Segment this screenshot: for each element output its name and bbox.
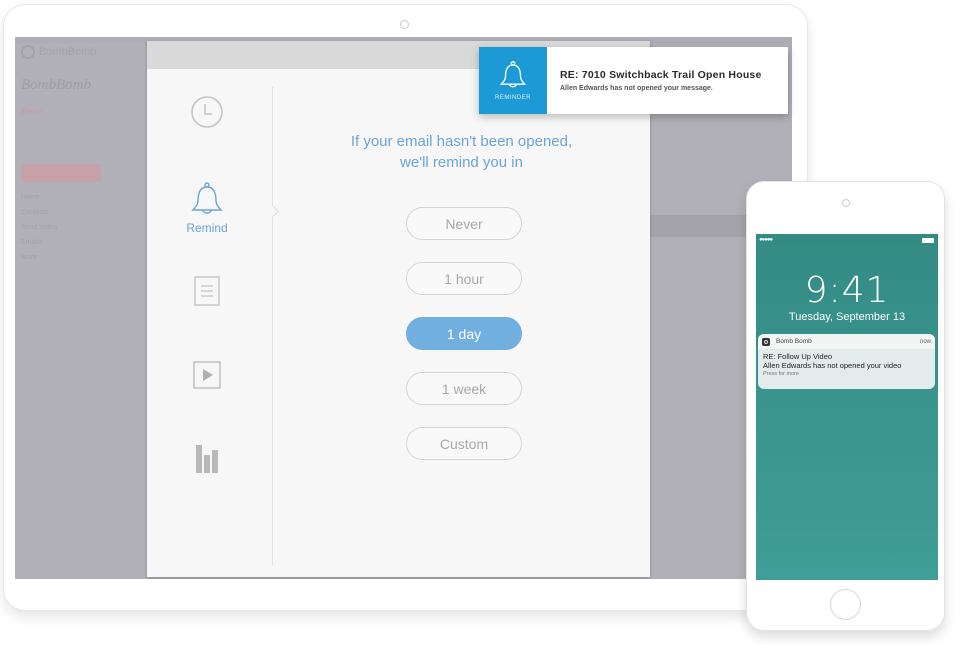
- logo-icon: [21, 45, 35, 59]
- notification-hint: Press for more: [763, 371, 800, 377]
- reminder-badge: REMINDER: [479, 47, 547, 114]
- option-never[interactable]: Never: [406, 207, 522, 240]
- battery-icon: [922, 238, 934, 243]
- option-custom[interactable]: Custom: [406, 427, 522, 460]
- phone-camera: [842, 199, 850, 207]
- option-1-week[interactable]: 1 week: [406, 372, 522, 405]
- background-nav-item: Contacts: [21, 209, 49, 216]
- play-icon: [193, 361, 221, 389]
- sidebar-item-notes[interactable]: [147, 275, 267, 307]
- notification-body: RE: Follow Up Video Allen Edwards has no…: [758, 349, 935, 380]
- sidebar-item-remind[interactable]: Remind: [147, 181, 267, 235]
- option-1-hour[interactable]: 1 hour: [406, 262, 522, 295]
- modal-sidebar: Remind: [147, 69, 272, 577]
- background-logo: BombBomb: [21, 43, 121, 61]
- notification-title: RE: Follow Up Video: [763, 352, 833, 361]
- app-icon: [762, 337, 770, 346]
- bell-icon: [191, 182, 223, 214]
- signal-icon: ●●●●●: [759, 237, 773, 243]
- sidebar-item-analytics[interactable]: [147, 443, 267, 473]
- sidebar-item-schedule[interactable]: [147, 95, 267, 129]
- notification-app-name: Bomb Bomb: [776, 338, 812, 345]
- bar-chart-icon: [196, 445, 218, 473]
- option-1-day[interactable]: 1 day: [406, 317, 522, 350]
- background-nav: Home Contacts Send Video Emails More: [21, 194, 57, 269]
- background-subtitle: Menu: [21, 107, 42, 116]
- toast-body: RE: 7010 Switchback Trail Open House All…: [547, 47, 762, 114]
- background-nav-item: Home: [21, 194, 40, 201]
- toast-title: RE: 7010 Switchback Trail Open House: [560, 69, 762, 81]
- lock-screen-date: Tuesday, September 13: [788, 311, 906, 323]
- prompt-line-1: If your email hasn't been opened,: [350, 133, 573, 150]
- sidebar-item-video[interactable]: [147, 360, 267, 390]
- sidebar-item-label: Remind: [186, 221, 228, 235]
- lock-screen-time: 9:41: [804, 270, 890, 311]
- phone-lock-screen: ●●●●● 9:41 Tuesday, September 13 Bomb Bo…: [756, 234, 938, 580]
- document-icon: [194, 276, 220, 306]
- badge-label: REMINDER: [494, 95, 531, 101]
- tablet-screen: BombBomb BombBomb Menu Home Contacts Sen…: [15, 37, 792, 579]
- notification-message: Allen Edwards has not opened your video: [763, 361, 902, 370]
- background-nav-item: Emails: [21, 239, 43, 246]
- clock-icon: [191, 96, 223, 128]
- modal-content: If your email hasn't been opened, we'll …: [273, 69, 650, 577]
- background-nav-item: More: [21, 254, 37, 261]
- home-button[interactable]: [830, 589, 861, 620]
- reminder-prompt: If your email hasn't been opened, we'll …: [273, 131, 650, 173]
- tablet-camera: [400, 20, 409, 29]
- notification-header: Bomb Bomb now: [758, 334, 935, 349]
- background-brand-title: BombBomb: [21, 77, 91, 93]
- phone-device: ●●●●● 9:41 Tuesday, September 13 Bomb Bo…: [746, 181, 945, 631]
- background-nav-item: Send Video: [21, 224, 58, 231]
- reminder-toast[interactable]: REMINDER RE: 7010 Switchback Trail Open …: [479, 47, 788, 114]
- toast-message: Allen Edwards has not opened your messag…: [560, 85, 713, 92]
- bell-icon: [499, 61, 527, 88]
- reminder-modal: Remind If your email hasn't been opened,…: [147, 41, 650, 577]
- background-cta-button: [21, 164, 101, 182]
- logo-text: BombBomb: [39, 46, 97, 58]
- push-notification[interactable]: Bomb Bomb now RE: Follow Up Video Allen …: [758, 334, 935, 389]
- notification-time: now: [919, 338, 931, 345]
- prompt-line-2: we'll remind you in: [400, 154, 523, 171]
